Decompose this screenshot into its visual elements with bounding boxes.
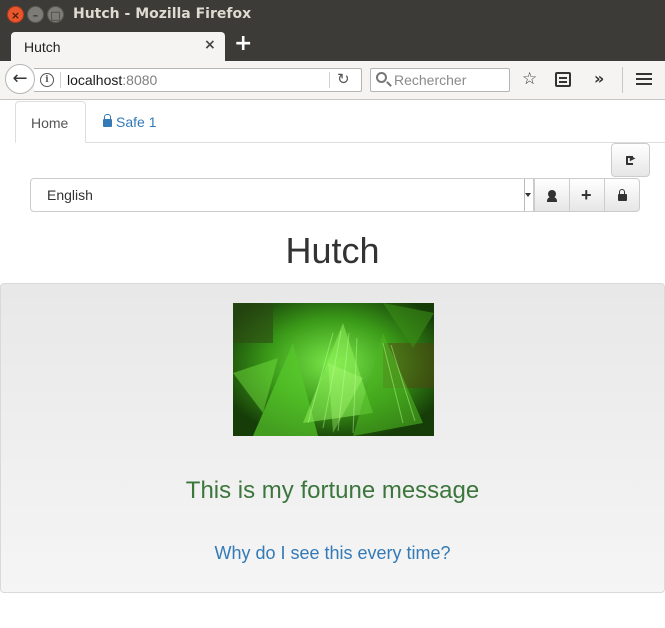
window-title: Hutch - Mozilla Firefox xyxy=(73,6,252,22)
logout-arrow-icon: ▸ xyxy=(630,153,636,164)
page-title: Hutch xyxy=(285,230,380,271)
green-crystal-image xyxy=(233,303,434,436)
back-arrow-icon[interactable]: ← xyxy=(5,64,35,94)
browser-tab-label: Hutch xyxy=(24,39,61,55)
plus-icon: + xyxy=(581,185,592,205)
new-tab-icon[interactable]: + xyxy=(234,33,252,55)
url-divider xyxy=(329,72,330,88)
url-divider xyxy=(60,72,61,88)
site-info-icon[interactable]: i xyxy=(40,73,54,87)
tab-home-label: Home xyxy=(31,115,69,131)
lock-icon xyxy=(618,189,627,201)
page-content: Home Safe 1 ▸ English + Hutch This is my… xyxy=(0,101,665,628)
search-icon xyxy=(376,72,387,83)
fortune-image xyxy=(233,303,434,436)
nav-tabs-border xyxy=(15,142,665,143)
window-maximize-icon[interactable]: □ xyxy=(47,6,64,23)
tab-home[interactable]: Home xyxy=(15,101,86,143)
window-minimize-icon[interactable]: – xyxy=(27,6,44,23)
search-placeholder: Rechercher xyxy=(394,72,467,88)
fortune-message: This is my fortune message xyxy=(185,477,480,504)
url-bar[interactable]: i localhost:8080 ↻ xyxy=(34,68,362,92)
logout-button[interactable]: ▸ xyxy=(611,143,650,177)
user-icon xyxy=(547,190,557,202)
browser-tab[interactable]: Hutch × xyxy=(11,32,225,62)
tab-safe-label: Safe 1 xyxy=(116,114,157,130)
overflow-chevron-icon[interactable]: » xyxy=(594,69,604,89)
window-close-icon[interactable]: × xyxy=(7,6,24,23)
hamburger-menu-icon[interactable] xyxy=(636,73,652,75)
reload-icon[interactable]: ↻ xyxy=(337,70,350,88)
fortune-explanation-link[interactable]: Why do I see this every time? xyxy=(1,543,664,564)
user-button[interactable] xyxy=(534,178,570,212)
chevron-down-icon xyxy=(525,193,531,197)
language-selected-value: English xyxy=(47,187,93,203)
window-title-bar: × – □ Hutch - Mozilla Firefox xyxy=(0,0,665,29)
language-select[interactable]: English xyxy=(30,178,534,212)
search-input[interactable]: Rechercher xyxy=(370,68,510,92)
url-host: localhost xyxy=(67,72,123,88)
lock-button[interactable] xyxy=(604,178,640,212)
tab-close-icon[interactable]: × xyxy=(204,37,216,53)
reading-list-icon[interactable] xyxy=(555,72,571,87)
browser-tab-strip: Hutch × + xyxy=(0,29,665,62)
tab-safe-1[interactable]: Safe 1 xyxy=(103,114,156,130)
toolbar-divider xyxy=(622,67,623,93)
add-button[interactable]: + xyxy=(569,178,605,212)
browser-nav-bar: i localhost:8080 ↻ ← Rechercher ☆ » xyxy=(0,61,665,100)
lock-icon xyxy=(103,114,112,127)
url-text[interactable]: localhost:8080 xyxy=(67,72,157,88)
bookmark-star-icon[interactable]: ☆ xyxy=(522,69,537,89)
fortune-panel: This is my fortune message Why do I see … xyxy=(0,283,665,593)
url-port: :8080 xyxy=(122,72,158,88)
